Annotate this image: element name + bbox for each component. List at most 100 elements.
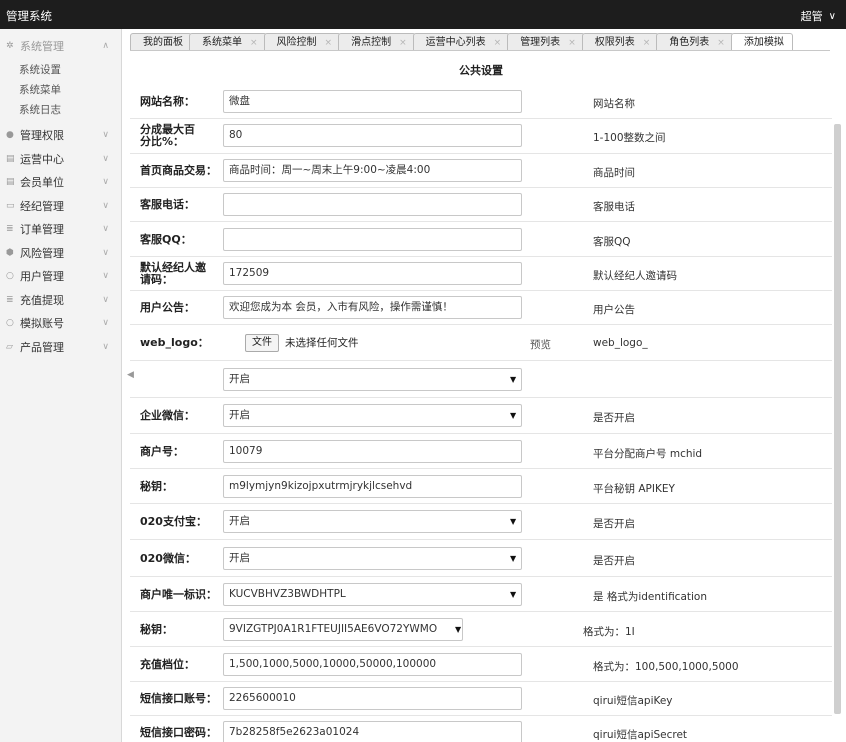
form-row-sms-password: 短信接口密码： 7b28258f5e2623a01024 qirui短信apiS… — [130, 716, 832, 742]
chevron-down-icon: ∨ — [102, 318, 109, 329]
sidebar-group-ops-center[interactable]: ▤ 运营中心 ∨ — [0, 147, 121, 171]
field-label: 短信接口账号： — [140, 692, 217, 705]
app-title: 管理系统 — [6, 9, 52, 23]
close-icon[interactable]: × — [643, 35, 651, 51]
grid-icon: ▤ — [6, 177, 15, 188]
field-label: 用户公告： — [140, 301, 195, 314]
notice-input[interactable]: 欢迎您成为本 会员，入市有风险，操作需谨慎！ — [223, 296, 522, 319]
sidebar-group-label: 系统管理 — [20, 39, 64, 53]
close-icon[interactable]: × — [250, 35, 258, 51]
sidebar-group-label: 产品管理 — [20, 340, 64, 354]
sms-password-input[interactable]: 7b28258f5e2623a01024 — [223, 721, 522, 742]
sidebar-item-system-log[interactable]: 系统日志 — [0, 100, 121, 120]
sms-account-input[interactable]: 2265600010 — [223, 687, 522, 710]
tab-admin-list[interactable]: 管理列表 × — [507, 33, 585, 51]
recharge-levels-input[interactable]: 1,500,1000,5000,10000,50000,100000 — [223, 653, 522, 676]
sidebar-group-broker[interactable]: ▭ 经纪管理 ∨ — [0, 194, 121, 218]
field-label: 商户唯一标识： — [140, 588, 217, 601]
box-icon: ▱ — [6, 341, 13, 352]
tab-add-demo[interactable]: 添加模拟 — [730, 33, 793, 50]
form-row-wechat-ent: 企业微信： 开启 ▼ 是否开启 — [130, 398, 832, 434]
sidebar-group-member-units[interactable]: ▤ 会员单位 ∨ — [0, 171, 121, 195]
field-label: 分成最大百分比%： — [140, 123, 195, 148]
field-hint: 是否开启 — [593, 412, 635, 424]
tab-label: 角色列表 — [669, 36, 710, 48]
sidebar-group-users[interactable]: ○ 用户管理 ∨ — [0, 265, 121, 289]
tab-permission-list[interactable]: 权限列表 × — [581, 33, 660, 51]
cs-phone-input[interactable] — [223, 193, 522, 216]
field-hint: qirui短信apiSecret — [593, 729, 688, 741]
field-hint: web_logo_ — [593, 337, 648, 349]
wechat-ent-select[interactable]: 开启 — [223, 404, 522, 427]
tab-risk-control[interactable]: 风险控制 × — [263, 33, 342, 51]
alipay-020-select[interactable]: 开启 — [223, 510, 522, 533]
scrollbar-thumb[interactable] — [834, 124, 841, 714]
field-label: web_logo： — [140, 336, 209, 349]
cs-qq-input[interactable] — [223, 228, 522, 251]
wechat-020-select[interactable]: 开启 — [223, 547, 522, 570]
sidebar-group-risk[interactable]: ⬢ 风险管理 ∨ — [0, 241, 121, 265]
settings-panel: 公共设置 网站名称： 微盘 网站名称 分成最大百分比%： 80 1-100整数之… — [130, 52, 832, 742]
close-icon[interactable]: × — [494, 35, 502, 51]
preview-link[interactable]: 预览 — [530, 337, 551, 352]
sidebar: ✲ 系统管理 ∧ 系统设置 系统菜单 系统日志 ● 管理权限 ∨ ▤ 运营中心 ∨ ▤ 会… — [0, 29, 122, 742]
tab-role-list[interactable]: 角色列表 × — [656, 33, 734, 51]
sidebar-group-recharge[interactable]: ≣ 充值提现 ∨ — [0, 288, 121, 312]
field-hint: 格式为：100,500,1000,5000 — [593, 661, 739, 673]
secret2-select[interactable]: 9VIZGTPJ0A1R1FTEUJII5AE6VO72YWMO — [223, 618, 463, 641]
sidebar-group-permissions[interactable]: ● 管理权限 ∨ — [0, 124, 121, 148]
sidebar-group-demo-accounts[interactable]: ○ 模拟账号 ∨ — [0, 312, 121, 336]
chevron-down-icon: ∨ — [102, 224, 109, 235]
tab-slippage-control[interactable]: 滑点控制 × — [338, 33, 416, 51]
form-row-home-trade: 首页商品交易： 商品时间：周一~周末上午9:00~凌晨4:00 商品时间 — [130, 154, 832, 188]
invite-code-input[interactable]: 172509 — [223, 262, 522, 285]
field-label: 秘钥： — [140, 623, 173, 636]
tab-label: 权限列表 — [594, 36, 635, 48]
field-label: 客服电话： — [140, 198, 195, 211]
close-icon[interactable]: × — [568, 35, 576, 51]
page-title: 公共设置 — [459, 64, 503, 77]
merchant-id-select[interactable]: KUCVBHVZ3BWDHTPL — [223, 583, 522, 606]
tab-label: 添加模拟 — [743, 36, 784, 48]
field-hint: 是否开启 — [593, 518, 635, 530]
field-label: 020支付宝： — [140, 515, 207, 528]
chevron-down-icon: ∨ — [828, 10, 836, 22]
field-label: 首页商品交易： — [140, 164, 217, 177]
tab-my-panel[interactable]: 我的面板 — [130, 33, 192, 50]
choose-file-button[interactable]: 文件 — [245, 333, 279, 352]
shield-icon: ⬢ — [6, 247, 14, 258]
close-icon[interactable]: × — [399, 35, 407, 51]
tab-label: 管理列表 — [520, 36, 561, 48]
sidebar-item-system-settings[interactable]: 系统设置 — [0, 60, 121, 80]
field-label: 企业微信： — [140, 409, 195, 422]
scrollbar[interactable] — [834, 52, 842, 742]
field-label: 客服QQ： — [140, 233, 192, 246]
field-hint: qirui短信apiKey — [593, 695, 673, 707]
grid-icon: ▤ — [6, 153, 15, 164]
user-menu[interactable]: 超管 ∨ — [801, 8, 836, 24]
sidebar-group-label: 运营中心 — [20, 152, 64, 166]
sidebar-item-system-menu[interactable]: 系统菜单 — [0, 80, 121, 100]
close-icon[interactable]: × — [325, 35, 333, 51]
close-icon[interactable]: × — [717, 35, 725, 51]
site-name-input[interactable]: 微盘 — [223, 90, 522, 113]
secret-input[interactable]: m9lymjyn9kizojpxutrmjrykjlcsehvd — [223, 475, 522, 498]
tab-label: 运营中心列表 — [425, 36, 486, 48]
form-row-max-share: 分成最大百分比%： 80 1-100整数之间 — [130, 119, 832, 154]
form-row-secret2: 秘钥： 9VIZGTPJ0A1R1FTEUJII5AE6VO72YWMO ▼ 格… — [130, 612, 832, 647]
form-row-site-name: 网站名称： 微盘 网站名称 — [130, 84, 832, 119]
max-share-input[interactable]: 80 — [223, 124, 522, 147]
toggle-select[interactable]: 开启 — [223, 368, 522, 391]
field-hint: 客服电话 — [593, 201, 635, 213]
sidebar-group-products[interactable]: ▱ 产品管理 ∨ — [0, 335, 121, 359]
sidebar-group-system[interactable]: ✲ 系统管理 ∧ — [0, 34, 121, 58]
field-hint: 商品时间 — [593, 167, 635, 179]
merchant-no-input[interactable]: 10079 — [223, 440, 522, 463]
gear-icon: ✲ — [6, 40, 14, 51]
tab-system-menu[interactable]: 系统菜单 × — [189, 33, 267, 51]
tab-ops-center-list[interactable]: 运营中心列表 × — [412, 33, 511, 51]
form-row-sms-account: 短信接口账号： 2265600010 qirui短信apiKey — [130, 682, 832, 716]
sidebar-group-orders[interactable]: ≣ 订单管理 ∨ — [0, 218, 121, 242]
home-trade-input[interactable]: 商品时间：周一~周末上午9:00~凌晨4:00 — [223, 159, 522, 182]
sidebar-group-label: 模拟账号 — [20, 317, 64, 331]
